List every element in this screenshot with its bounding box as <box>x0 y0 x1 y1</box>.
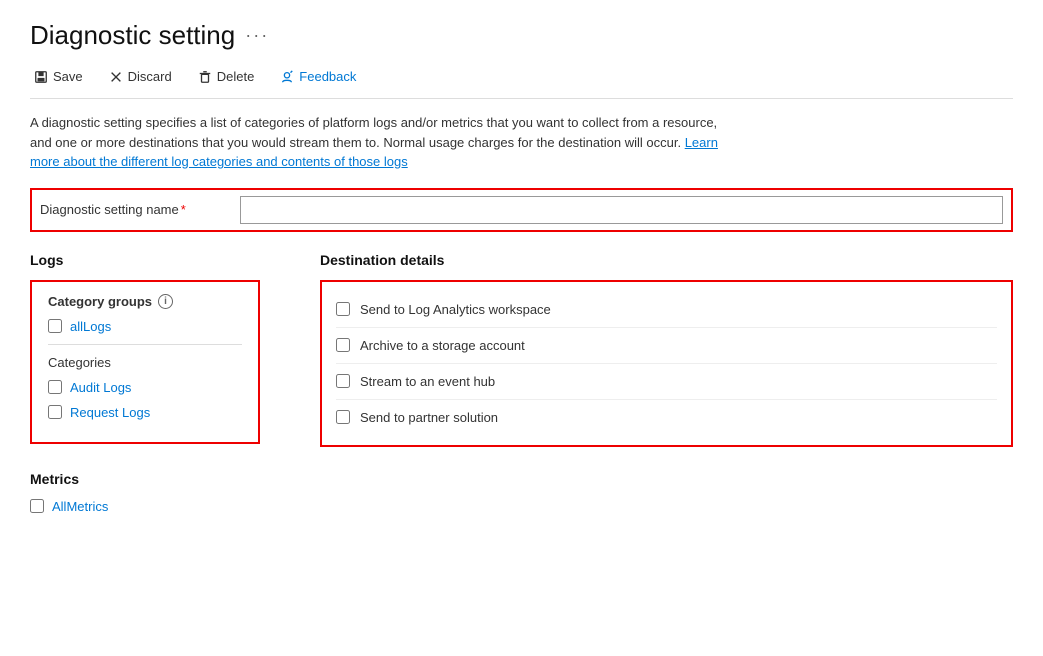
delete-button[interactable]: Delete <box>194 67 259 86</box>
save-button[interactable]: Save <box>30 67 87 86</box>
metrics-section: Metrics AllMetrics <box>30 471 1013 514</box>
requestLogs-checkbox[interactable] <box>48 405 62 419</box>
category-groups-info-icon[interactable]: i <box>158 294 173 309</box>
allLogs-label[interactable]: allLogs <box>70 319 111 334</box>
dest-eventhub-checkbox[interactable] <box>336 374 350 388</box>
toolbar: Save Discard Delete Feedback <box>30 67 1013 99</box>
dest-partner-item: Send to partner solution <box>336 399 997 435</box>
allMetrics-label[interactable]: AllMetrics <box>52 499 108 514</box>
dest-eventhub-item: Stream to an event hub <box>336 363 997 399</box>
page-title: Diagnostic setting ··· <box>30 20 1013 51</box>
delete-icon <box>198 70 212 84</box>
allMetrics-checkbox[interactable] <box>30 499 44 513</box>
feedback-button[interactable]: Feedback <box>276 67 360 86</box>
destination-section: Destination details Send to Log Analytic… <box>320 252 1013 447</box>
dest-analytics-item: Send to Log Analytics workspace <box>336 292 997 327</box>
auditLogs-checkbox[interactable] <box>48 380 62 394</box>
main-content: Logs Category groups i allLogs Categorie… <box>30 252 1013 447</box>
metrics-title: Metrics <box>30 471 1013 487</box>
diagnostic-name-row: Diagnostic setting name* <box>30 188 1013 232</box>
page-title-ellipsis: ··· <box>245 25 269 46</box>
allLogs-item: allLogs <box>48 319 242 334</box>
dest-partner-checkbox[interactable] <box>336 410 350 424</box>
logs-title: Logs <box>30 252 260 268</box>
feedback-icon <box>280 70 294 84</box>
allLogs-checkbox[interactable] <box>48 319 62 333</box>
dest-storage-item: Archive to a storage account <box>336 327 997 363</box>
auditLogs-label[interactable]: Audit Logs <box>70 380 131 395</box>
dest-analytics-checkbox[interactable] <box>336 302 350 316</box>
diagnostic-name-label: Diagnostic setting name* <box>40 202 240 217</box>
categories-header: Categories <box>48 355 242 370</box>
discard-button[interactable]: Discard <box>105 67 176 86</box>
destination-title: Destination details <box>320 252 1013 268</box>
category-groups-header: Category groups i <box>48 294 242 309</box>
discard-icon <box>109 70 123 84</box>
destination-box: Send to Log Analytics workspace Archive … <box>320 280 1013 447</box>
auditLogs-item: Audit Logs <box>48 380 242 395</box>
requestLogs-item: Request Logs <box>48 405 242 420</box>
dest-storage-label[interactable]: Archive to a storage account <box>360 338 525 353</box>
dest-storage-checkbox[interactable] <box>336 338 350 352</box>
logs-section: Logs Category groups i allLogs Categorie… <box>30 252 260 444</box>
dest-partner-label[interactable]: Send to partner solution <box>360 410 498 425</box>
dest-analytics-label[interactable]: Send to Log Analytics workspace <box>360 302 551 317</box>
allMetrics-item: AllMetrics <box>30 499 1013 514</box>
dest-eventhub-label[interactable]: Stream to an event hub <box>360 374 495 389</box>
description-text: A diagnostic setting specifies a list of… <box>30 113 730 172</box>
save-icon <box>34 70 48 84</box>
logs-box: Category groups i allLogs Categories Aud… <box>30 280 260 444</box>
logs-divider <box>48 344 242 345</box>
diagnostic-name-input[interactable] <box>240 196 1003 224</box>
requestLogs-label[interactable]: Request Logs <box>70 405 150 420</box>
